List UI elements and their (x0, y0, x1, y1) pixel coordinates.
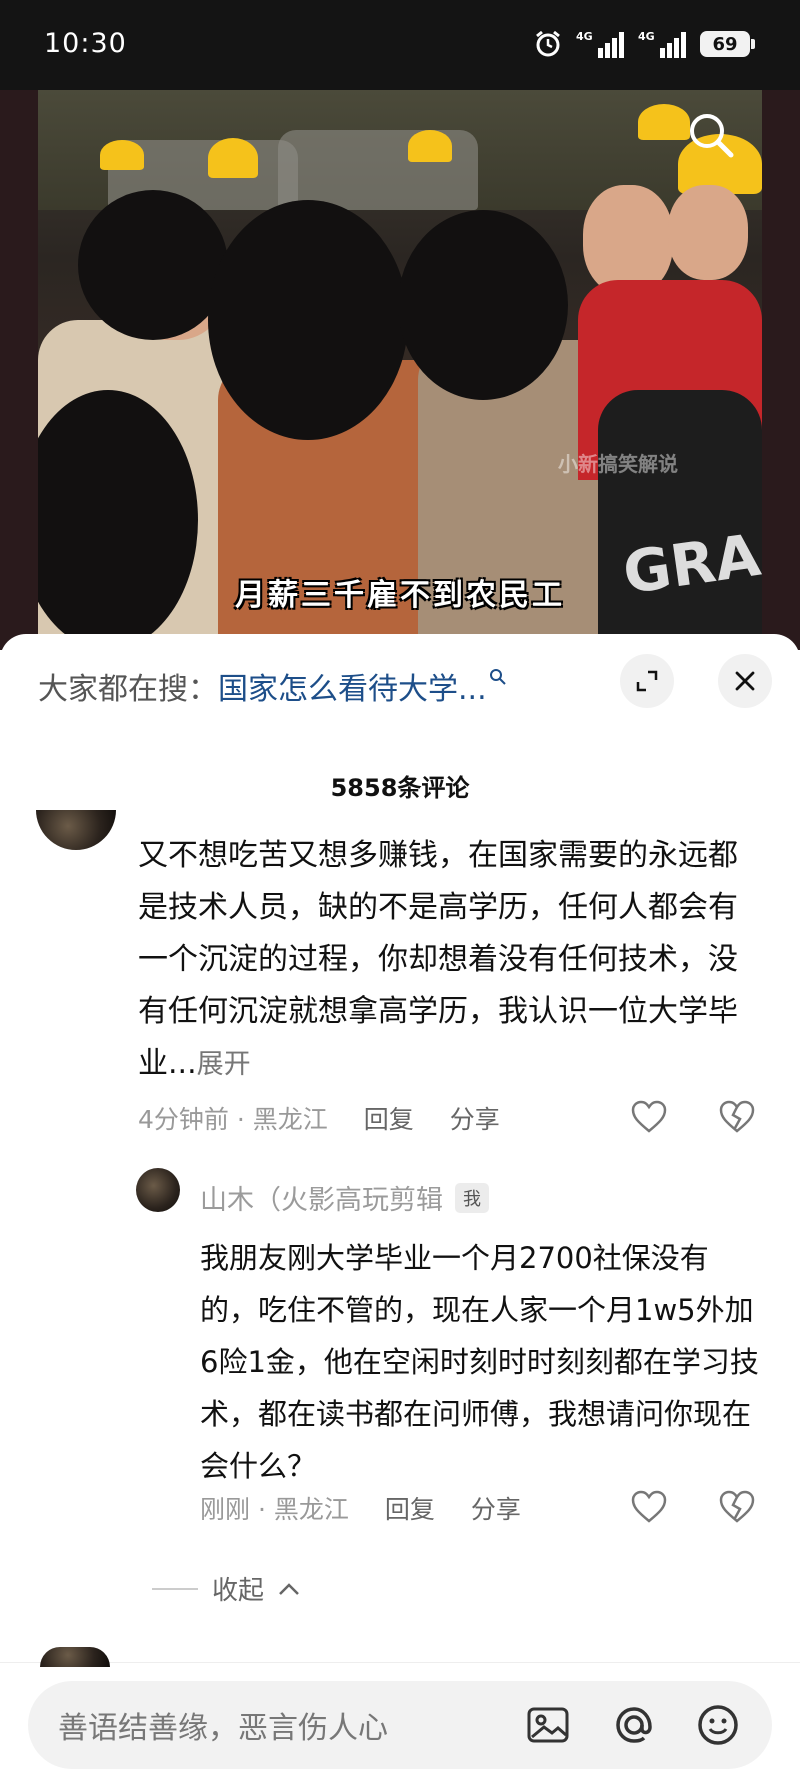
comment-input-bar: 善语结善缘，恶言伤人心 (0, 1647, 800, 1788)
image-icon[interactable] (524, 1701, 572, 1749)
me-badge: 我 (455, 1182, 489, 1213)
share-button[interactable]: 分享 (450, 1100, 500, 1136)
video-subtitle: 月薪三千雇不到农民工 (235, 578, 565, 613)
video-player[interactable]: GRA 小新搞笑解说 月薪三千雇不到农民工 (0, 90, 800, 650)
battery-indicator: 69 (700, 31, 755, 57)
person (668, 185, 748, 280)
broken-heart-icon[interactable] (718, 1488, 756, 1526)
video-frame: GRA 小新搞笑解说 月薪三千雇不到农民工 (38, 90, 762, 650)
search-icon[interactable] (686, 110, 736, 160)
expand-link[interactable]: 展开 (197, 1049, 251, 1080)
reply-time-location: 刚刚 · 黑龙江 (200, 1495, 349, 1524)
trending-search[interactable]: 大家都在搜：国家怎么看待大学... (38, 664, 507, 708)
video-watermark: 小新搞笑解说 (558, 452, 678, 476)
heart-icon[interactable] (630, 1488, 668, 1526)
status-bar: 10:30 4G 4G 69 (0, 0, 800, 90)
signal-icon-1: 4G (576, 30, 624, 58)
reply-meta: 刚刚 · 黑龙江 回复 分享 (200, 1490, 521, 1526)
comment-count: 5858条评论 (330, 774, 470, 802)
comment-body: 又不想吃苦又想多赚钱，在国家需要的永远都是技术人员，缺的不是高学历，任何人都会有… (138, 838, 738, 1081)
comment-input[interactable]: 善语结善缘，恶言伤人心 (28, 1681, 772, 1769)
trending-search-query[interactable]: 国家怎么看待大学... (218, 672, 487, 707)
reply-username[interactable]: 山木（火影高玩剪辑 (200, 1178, 443, 1217)
person (78, 190, 228, 340)
avatar[interactable] (136, 1168, 180, 1212)
person (208, 200, 408, 440)
comment-input-placeholder: 善语结善缘，恶言伤人心 (58, 1711, 388, 1746)
helmet (208, 138, 258, 178)
reply-button[interactable]: 回复 (385, 1490, 435, 1526)
avatar (40, 1647, 110, 1667)
collapse-label: 收起 (212, 1576, 265, 1606)
chevron-up-icon (279, 1582, 299, 1595)
broken-heart-icon[interactable] (718, 1098, 756, 1136)
avatar[interactable] (36, 810, 116, 850)
comment-panel: 大家都在搜：国家怎么看待大学... 5858条评论 又不想吃苦又想多赚钱，在国家… (0, 634, 800, 1788)
comment-meta: 4分钟前 · 黑龙江 回复 分享 (138, 1100, 500, 1136)
trending-search-prefix: 大家都在搜： (38, 672, 218, 707)
signal-icon-2: 4G (638, 30, 686, 58)
expand-button[interactable] (620, 654, 674, 708)
at-icon[interactable] (610, 1701, 658, 1749)
reply-text: 我朋友刚大学毕业一个月2700社保没有的，吃住不管的，现在人家一个月1w5外加6… (200, 1241, 759, 1483)
divider-line (152, 1587, 198, 1590)
expand-icon (636, 670, 658, 692)
helmet (100, 140, 144, 170)
person (583, 185, 673, 295)
comment-text: 又不想吃苦又想多赚钱，在国家需要的永远都是技术人员，缺的不是高学历，任何人都会有… (138, 830, 758, 1091)
collapse-replies-button[interactable]: 收起 (152, 1570, 300, 1607)
close-button[interactable] (718, 654, 772, 708)
person (398, 210, 568, 400)
close-icon (735, 671, 755, 691)
search-icon (489, 669, 506, 685)
signal-label-2: 4G (638, 30, 655, 43)
alarm-icon (536, 30, 560, 57)
signal-label-1: 4G (576, 30, 593, 43)
status-icons: 4G 4G 69 (534, 30, 755, 58)
reply-author[interactable]: 山木（火影高玩剪辑 我 (200, 1178, 489, 1217)
helmet (408, 130, 452, 162)
emoji-icon[interactable] (694, 1701, 742, 1749)
comment-time-location: 4分钟前 · 黑龙江 (138, 1105, 328, 1134)
status-time: 10:30 (44, 28, 127, 59)
reply-button[interactable]: 回复 (364, 1100, 414, 1136)
share-button[interactable]: 分享 (471, 1490, 521, 1526)
helmet (638, 104, 690, 140)
heart-icon[interactable] (630, 1098, 668, 1136)
